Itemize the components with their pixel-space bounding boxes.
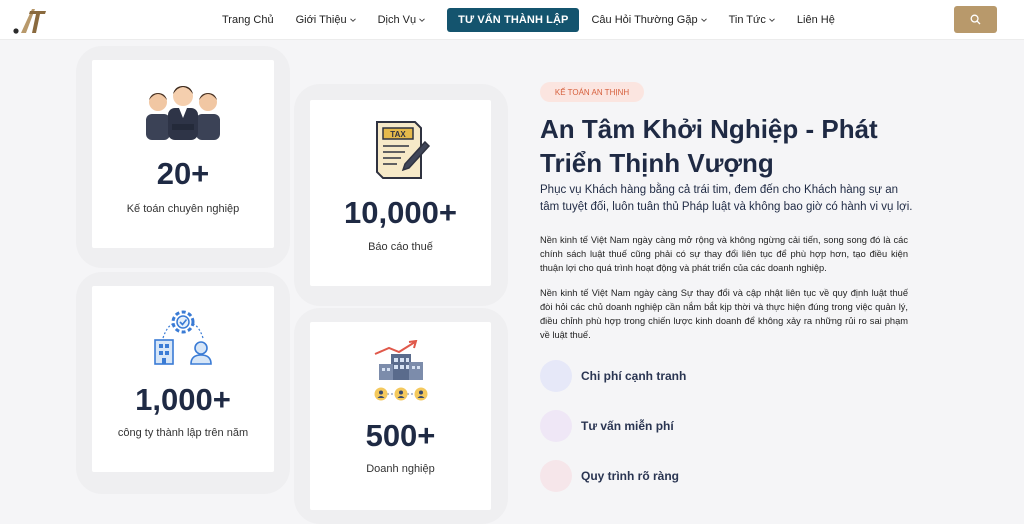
nav-item-news[interactable]: Tin Tức (729, 14, 775, 26)
feature-label: Tư vấn miễn phí (581, 419, 674, 433)
nav-item-home[interactable]: Trang Chủ (222, 14, 274, 26)
nav-item-faq[interactable]: Câu Hỏi Thường Gặp (591, 14, 707, 26)
consult-cta-button[interactable]: TƯ VẤN THÀNH LẬP (447, 8, 580, 32)
feature-item-competitive-cost: Chi phí cạnh tranh (540, 360, 686, 392)
stat-card-tax-reports: TAX 10,000+ Báo cáo thuế (310, 100, 491, 286)
stat-number: 1,000+ (135, 382, 231, 417)
nav-item-label: Tin Tức (728, 14, 766, 26)
stat-label: Kế toán chuyên nghiệp (126, 203, 240, 215)
accountants-icon (92, 80, 274, 142)
feature-bullet-icon (540, 410, 572, 442)
stat-card-accountants: 20+ Kế toán chuyên nghiệp (92, 60, 274, 248)
stat-number: 20+ (156, 156, 210, 191)
feature-item-free-consulting: Tư vấn miễn phí (540, 410, 674, 442)
feature-label: Quy trình rõ ràng (581, 469, 680, 483)
stat-label: Doanh nghiệp (366, 463, 435, 475)
stat-number: 10,000+ (344, 195, 457, 230)
svg-text:TAX: TAX (390, 130, 406, 139)
search-button[interactable] (954, 6, 997, 33)
main-nav: Trang Chủ Giới Thiệu Dịch Vụ TƯ VẤN THÀN… (222, 0, 857, 40)
stat-card-enterprises: 500+ Doanh nghiệp (310, 322, 491, 510)
chevron-down-icon (700, 18, 707, 22)
top-navigation-bar: Trang Chủ Giới Thiệu Dịch Vụ TƯ VẤN THÀN… (0, 0, 1024, 40)
nav-item-label: Dịch Vụ (377, 14, 417, 26)
stat-label: Báo cáo thuế (368, 241, 433, 253)
headline-line: Triển Thịnh Vượng (540, 148, 774, 178)
body-paragraph: Nền kinh tế Việt Nam ngày càng mở rộng v… (540, 235, 908, 273)
feature-bullet-icon (540, 460, 572, 492)
section-badge: KẾ TOÁN AN THỊNH (540, 82, 644, 102)
chevron-down-icon (419, 18, 425, 22)
stat-number: 500+ (365, 418, 436, 453)
search-icon (970, 14, 981, 25)
nav-item-services[interactable]: Dịch Vụ (378, 14, 426, 26)
stat-card-companies: 1,000+ công ty thành lập trên năm (92, 286, 274, 472)
feature-label: Chi phí cạnh tranh (581, 369, 687, 383)
nav-item-label: Câu Hỏi Thường Gặp (591, 14, 698, 26)
section-headline: An Tâm Khởi Nghiệp - Phát Triển Thịnh Vư… (540, 112, 920, 180)
headline-line: An Tâm Khởi Nghiệp - Phát (540, 114, 878, 144)
nav-item-label: Liên Hệ (796, 14, 835, 26)
brand-logo[interactable] (12, 5, 52, 35)
company-setup-icon (92, 304, 274, 368)
feature-bullet-icon (540, 360, 572, 392)
feature-item-clear-process: Quy trình rõ ràng (540, 460, 679, 492)
nav-item-contact[interactable]: Liên Hệ (797, 14, 835, 26)
nav-item-label: Giới Thiệu (295, 14, 347, 26)
chevron-down-icon (769, 18, 775, 22)
chevron-down-icon (349, 18, 356, 22)
nav-item-label: Trang Chủ (222, 14, 274, 26)
enterprise-icon (310, 340, 491, 402)
nav-item-about[interactable]: Giới Thiệu (296, 14, 356, 26)
stat-label: công ty thành lập trên năm (117, 427, 249, 439)
body-paragraph: Nền kinh tế Việt Nam ngày càng Sự thay đ… (540, 288, 908, 340)
lead-paragraph: Phục vụ Khách hàng bằng cả trái tim, đem… (540, 184, 913, 213)
tax-report-icon: TAX (310, 118, 491, 182)
